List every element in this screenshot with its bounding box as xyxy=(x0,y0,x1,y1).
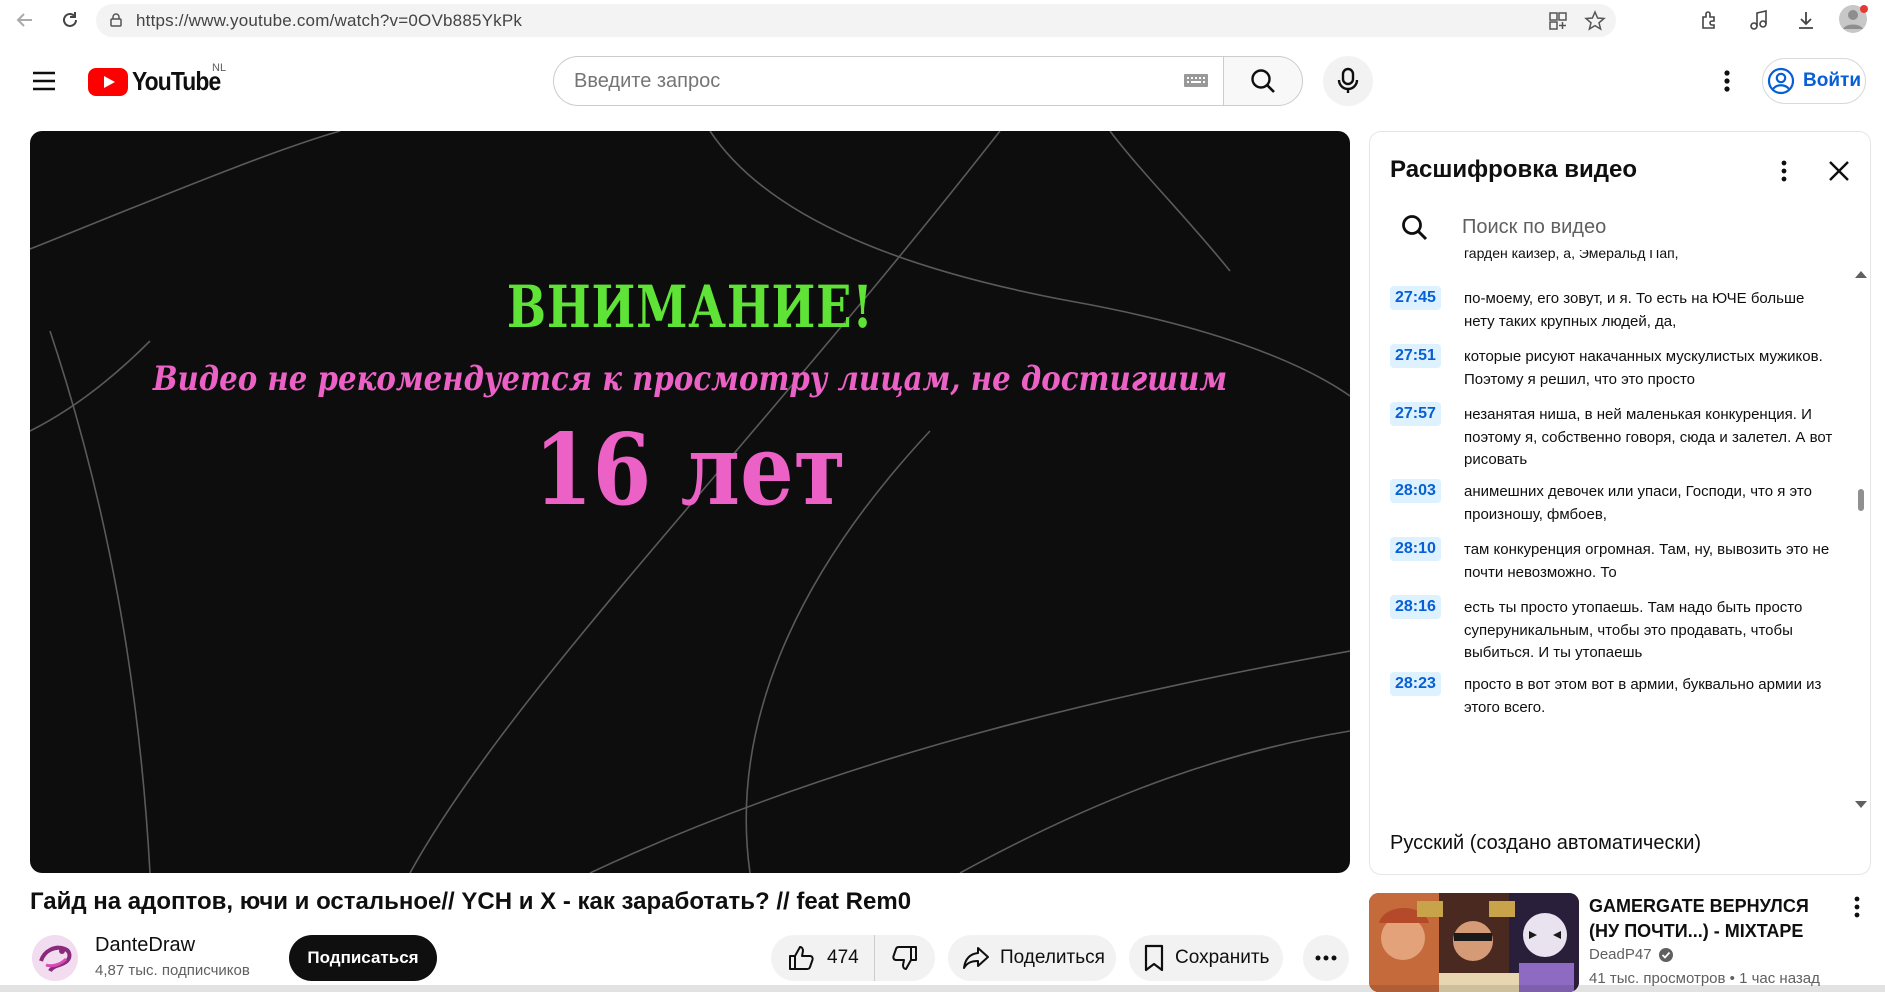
verified-badge-icon xyxy=(1658,947,1673,962)
browser-toolbar: https://www.youtube.com/watch?v=0OVb885Y… xyxy=(0,0,1885,40)
microphone-icon xyxy=(1337,67,1359,93)
transcript-segments: гарден кайзер, а, Эмеральд Пап, 27:45 по… xyxy=(1370,250,1850,822)
segment-text: там конкуренция огромная. Там, ну, вывоз… xyxy=(1464,541,1830,581)
media-control-icon[interactable] xyxy=(1748,8,1772,32)
segment-timestamp: 28:03 xyxy=(1390,479,1441,503)
youtube-logo-icon xyxy=(88,67,128,96)
video-title: Гайд на адоптов, ючи и остальное// YCH и… xyxy=(30,888,912,915)
warning-subtitle: Видео не рекомендуется к просмотру лицам… xyxy=(152,359,1228,399)
subscribe-button[interactable]: Подписаться xyxy=(289,935,437,981)
segment-text: незанятая ниша, в ней маленькая конкурен… xyxy=(1464,406,1833,468)
warning-age: 16 лет xyxy=(534,413,846,528)
thumbs-down-icon xyxy=(892,946,917,970)
channel-name[interactable]: DanteDraw xyxy=(95,934,195,957)
site-info-icon[interactable] xyxy=(108,12,124,33)
segment-timestamp: 27:51 xyxy=(1390,344,1441,368)
scroll-up-icon[interactable] xyxy=(1854,266,1868,284)
search-input[interactable] xyxy=(574,69,1134,93)
download-icon[interactable] xyxy=(1794,8,1818,32)
bookmark-star-icon[interactable] xyxy=(1584,10,1606,37)
like-dislike-group: 474 xyxy=(771,935,935,981)
search-icon xyxy=(1402,215,1428,241)
account-icon xyxy=(1767,67,1795,95)
bookmark-icon xyxy=(1144,944,1164,972)
recommended-more-icon[interactable] xyxy=(1854,896,1866,922)
transcript-scrollbar[interactable] xyxy=(1858,489,1864,511)
profile-avatar-icon[interactable] xyxy=(1838,4,1868,34)
more-actions-button[interactable] xyxy=(1303,935,1349,981)
save-button[interactable]: Сохранить xyxy=(1129,935,1283,981)
search-icon xyxy=(1251,69,1275,93)
segment-text: которые рисуют накачанных мускулистых му… xyxy=(1464,348,1823,388)
recommended-video-title[interactable]: GAMERGATE ВЕРНУЛСЯ (НУ ПОЧТИ...) - MIXTA… xyxy=(1589,894,1829,944)
recommended-channel[interactable]: DeadP47 xyxy=(1589,946,1674,963)
dislike-button[interactable] xyxy=(875,935,935,981)
transcript-title: Расшифровка видео xyxy=(1390,156,1637,183)
segment-timestamp: 28:16 xyxy=(1390,595,1441,619)
search-box xyxy=(553,56,1223,106)
transcript-segment[interactable]: 28:03 анимешних девочек или упаси, Госпо… xyxy=(1390,479,1840,523)
scroll-down-icon[interactable] xyxy=(1854,797,1868,815)
address-bar[interactable]: https://www.youtube.com/watch?v=0OVb885Y… xyxy=(96,4,1616,37)
recommended-video-thumbnail[interactable] xyxy=(1369,893,1579,992)
age-warning: ВНИМАНИЕ! Видео не рекомендуется к просм… xyxy=(30,273,1350,528)
transcript-segment[interactable]: 28:23 просто в вот этом вот в армии, бук… xyxy=(1390,672,1840,716)
segment-text: анимешних девочек или упаси, Господи, чт… xyxy=(1464,483,1812,523)
transcript-segment[interactable]: 28:10 там конкуренция огромная. Там, ну,… xyxy=(1390,537,1840,581)
save-label: Сохранить xyxy=(1175,947,1270,968)
video-player[interactable]: ВНИМАНИЕ! Видео не рекомендуется к просм… xyxy=(30,131,1350,873)
extensions-icon[interactable] xyxy=(1698,8,1722,32)
subscriber-count: 4,87 тыс. подписчиков xyxy=(95,962,250,979)
segment-timestamp: 27:57 xyxy=(1390,402,1441,426)
youtube-logo[interactable]: YouTube xyxy=(88,66,232,97)
transcript-language[interactable]: Русский (создано автоматически) xyxy=(1390,832,1701,855)
menu-icon[interactable] xyxy=(30,68,60,94)
segment-text: просто в вот этом вот в армии, буквально… xyxy=(1464,676,1822,716)
share-button[interactable]: Поделиться xyxy=(948,935,1116,981)
like-count: 474 xyxy=(827,947,859,968)
transcript-segment[interactable]: 27:51 которые рисуют накачанных мускулис… xyxy=(1390,344,1840,388)
region-label: NL xyxy=(212,62,227,74)
transcript-segment[interactable]: 27:45 по-моему, его зовут, и я. То есть … xyxy=(1390,286,1840,330)
voice-search-button[interactable] xyxy=(1323,56,1373,106)
segment-timestamp: 28:23 xyxy=(1390,672,1441,696)
transcript-more-icon[interactable] xyxy=(1774,156,1794,186)
share-icon xyxy=(963,947,989,969)
segment-timestamp: 28:10 xyxy=(1390,537,1441,561)
youtube-header: YouTube NL Войти xyxy=(0,40,1885,122)
transcript-partial-line: гарден кайзер, а, Эмеральд Пап, xyxy=(1464,250,1679,261)
transcript-panel: Расшифровка видео Поиск по видео гарден … xyxy=(1369,131,1871,875)
sign-in-button[interactable]: Войти xyxy=(1762,58,1866,104)
settings-more-icon[interactable] xyxy=(1715,66,1739,96)
like-button[interactable]: 474 xyxy=(771,935,875,981)
transcript-segment[interactable]: 27:57 незанятая ниша, в ней маленькая ко… xyxy=(1390,402,1840,468)
transcript-search[interactable]: Поиск по видео xyxy=(1400,208,1840,248)
sign-in-label: Войти xyxy=(1803,70,1861,91)
transcript-segment[interactable]: 28:16 есть ты просто утопаешь. Там надо … xyxy=(1390,595,1840,661)
thumbs-up-icon xyxy=(789,946,814,970)
segment-timestamp: 27:45 xyxy=(1390,286,1441,310)
transcript-search-placeholder: Поиск по видео xyxy=(1462,216,1607,238)
channel-avatar[interactable] xyxy=(32,935,78,981)
taskbar-edge xyxy=(0,985,1885,992)
share-label: Поделиться xyxy=(1000,947,1105,968)
keyboard-icon[interactable] xyxy=(1183,71,1209,94)
search-button[interactable] xyxy=(1223,56,1303,106)
reload-icon[interactable] xyxy=(55,5,85,35)
segment-text: есть ты просто утопаешь. Там надо быть п… xyxy=(1464,599,1803,661)
logo-text: YouTube xyxy=(132,66,221,96)
close-icon[interactable] xyxy=(1826,158,1852,184)
back-icon[interactable] xyxy=(10,5,40,35)
url-text: https://www.youtube.com/watch?v=0OVb885Y… xyxy=(136,10,523,30)
more-horizontal-icon xyxy=(1315,955,1337,961)
recommended-channel-name: DeadP47 xyxy=(1589,946,1652,963)
segment-text: по-моему, его зовут, и я. То есть на ЮЧЕ… xyxy=(1464,290,1805,330)
apps-icon[interactable] xyxy=(1548,11,1568,36)
warning-title: ВНИМАНИЕ! xyxy=(506,273,874,341)
